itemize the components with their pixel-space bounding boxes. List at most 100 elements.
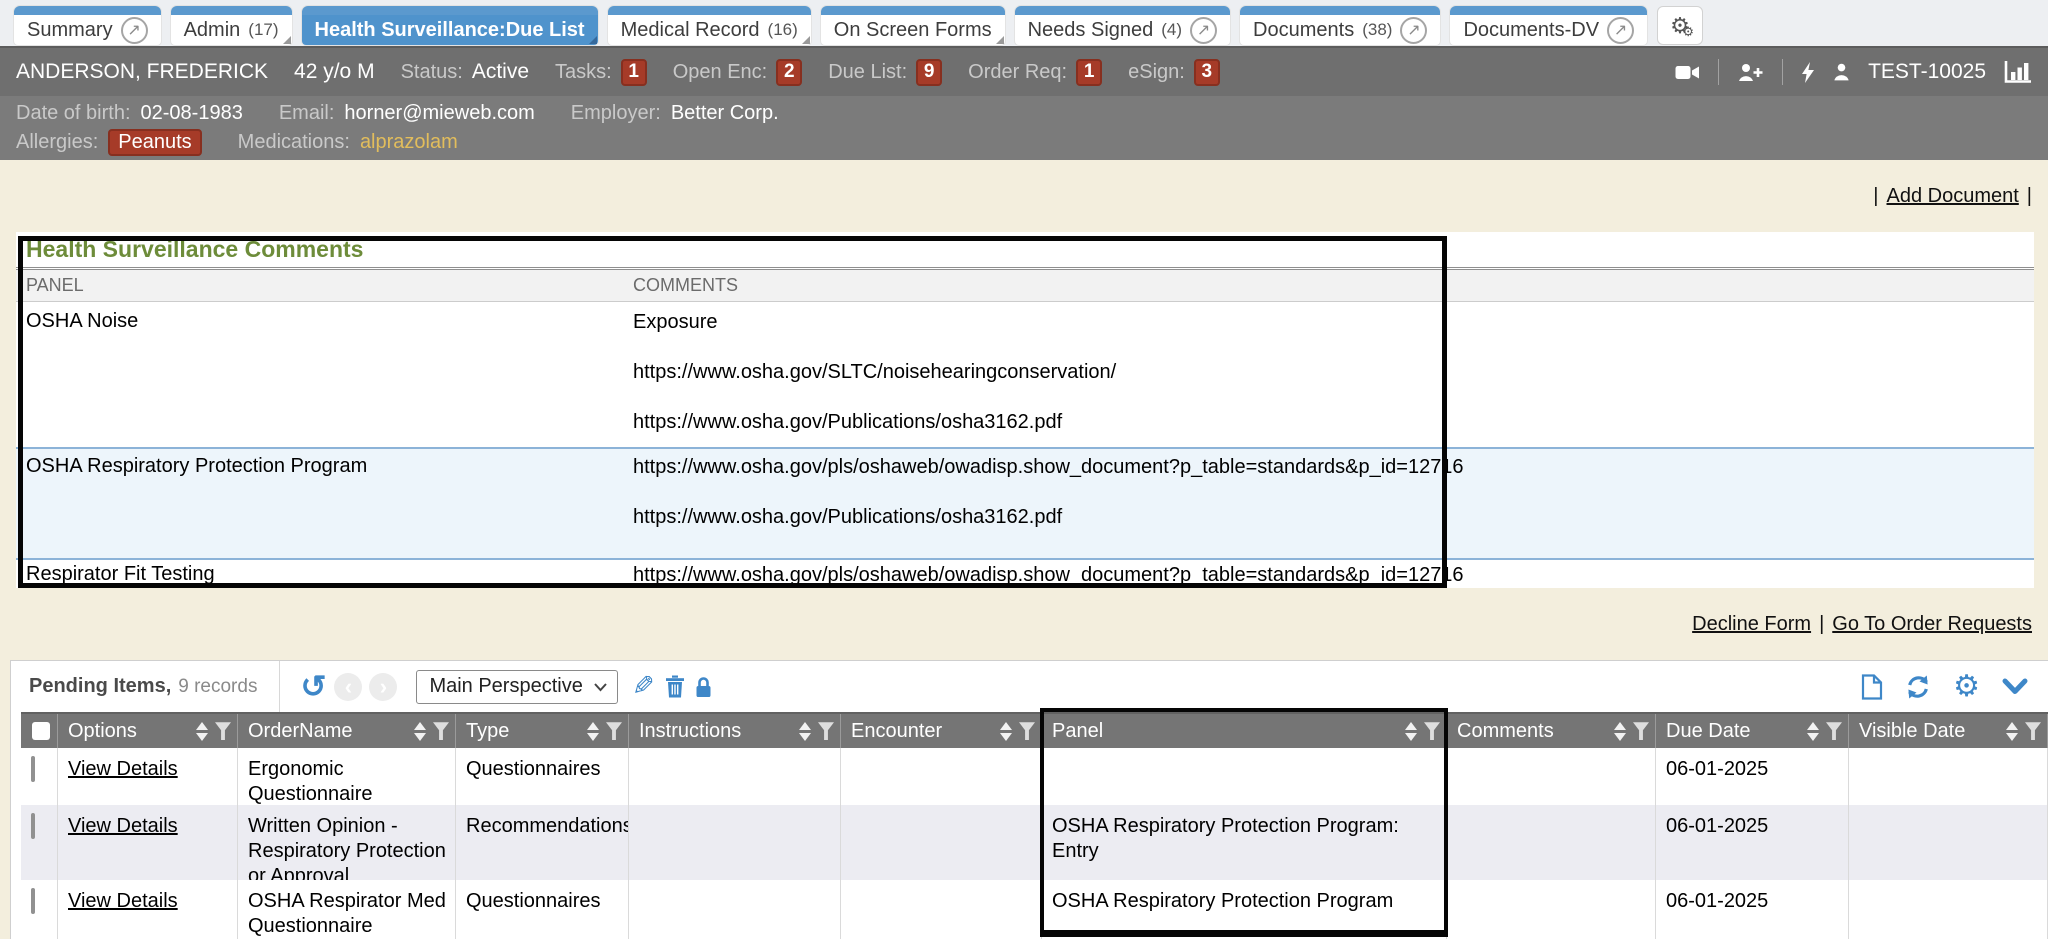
- tab-needs-signed[interactable]: Needs Signed (4) ↗: [1015, 6, 1230, 45]
- gears-icon: ⚙: [1682, 24, 1694, 40]
- sort-icon[interactable]: [799, 722, 811, 741]
- filter-icon[interactable]: [1633, 722, 1649, 740]
- tab-documents-dv[interactable]: Documents-DV ↗: [1450, 6, 1647, 45]
- column-header-encounter[interactable]: Encounter: [841, 714, 1042, 748]
- sort-icon[interactable]: [1405, 722, 1417, 741]
- allergy-badge[interactable]: Peanuts: [108, 129, 201, 156]
- column-header-panel[interactable]: Panel: [1042, 714, 1447, 748]
- dob-value: 02-08-1983: [141, 102, 243, 125]
- column-header-visible-date[interactable]: Visible Date: [1849, 714, 2048, 748]
- filter-icon[interactable]: [215, 722, 231, 740]
- ordername-cell: OSHA Respirator Med Questionnaire: [238, 880, 456, 939]
- ordername-cell: Ergonomic Questionnaire: [238, 748, 456, 805]
- sort-icon[interactable]: [587, 722, 599, 741]
- previous-perspective-icon[interactable]: ‹: [334, 673, 362, 701]
- view-details-link[interactable]: View Details: [68, 815, 178, 837]
- new-document-icon[interactable]: [1861, 674, 1883, 700]
- delete-perspective-icon[interactable]: [665, 675, 685, 698]
- column-header-ordername[interactable]: OrderName: [238, 714, 456, 748]
- table-settings-icon[interactable]: ⚙: [1953, 669, 1980, 704]
- sort-icon[interactable]: [1000, 722, 1012, 741]
- type-cell: Recommendations: [456, 805, 629, 880]
- filter-icon[interactable]: [606, 722, 622, 740]
- column-header-options[interactable]: Options: [58, 714, 238, 748]
- tab-documents[interactable]: Documents (38) ↗: [1240, 6, 1440, 45]
- add-document-link[interactable]: Add Document: [1887, 185, 2019, 208]
- filter-icon[interactable]: [1826, 722, 1842, 740]
- divider: [1782, 59, 1783, 85]
- instructions-cell: [629, 805, 841, 880]
- tasks-badge[interactable]: 1: [621, 59, 647, 86]
- row-checkbox[interactable]: [31, 756, 35, 782]
- encounter-cell: [841, 748, 1042, 805]
- perspective-select[interactable]: Main Perspective: [416, 670, 618, 704]
- tab-summary[interactable]: Summary ↗: [14, 6, 161, 45]
- webchart-page: Summary ↗ Admin (17) Health Surveillance…: [0, 0, 2048, 939]
- pending-items-panel: Pending Items, 9 records ↺ ‹ › Main Pers…: [10, 660, 2048, 939]
- video-camera-icon[interactable]: [1675, 64, 1700, 81]
- employer-value: Better Corp.: [671, 102, 779, 125]
- chart-tab-bar: Summary ↗ Admin (17) Health Surveillance…: [0, 0, 2048, 46]
- patient-age-sex: 42 y/o M: [294, 60, 375, 84]
- filter-icon[interactable]: [433, 722, 449, 740]
- form-actions-bar: Decline Form | Go To Order Requests: [0, 588, 2048, 660]
- add-person-icon[interactable]: [1737, 63, 1764, 82]
- due-date-cell: 06-01-2025: [1656, 805, 1849, 880]
- pending-table-header: Options OrderName Type Instructions Enco…: [21, 712, 2048, 748]
- filter-icon[interactable]: [1019, 722, 1035, 740]
- tab-settings-button[interactable]: ⚙ ⚙: [1657, 6, 1703, 45]
- column-header-due-date[interactable]: Due Date: [1656, 714, 1849, 748]
- view-details-link[interactable]: View Details: [68, 890, 178, 912]
- column-header-type[interactable]: Type: [456, 714, 629, 748]
- sort-icon[interactable]: [196, 722, 208, 741]
- filter-icon[interactable]: [1424, 722, 1440, 740]
- comments-cell: [1447, 880, 1656, 939]
- order-req-badge[interactable]: 1: [1076, 59, 1102, 86]
- divider: [1718, 59, 1719, 85]
- external-link-icon[interactable]: ↗: [121, 17, 148, 44]
- due-list-badge[interactable]: 9: [916, 59, 942, 86]
- column-header-instructions[interactable]: Instructions: [629, 714, 841, 748]
- decline-form-link[interactable]: Decline Form: [1692, 613, 1811, 636]
- undo-icon[interactable]: ↺: [300, 669, 326, 705]
- bar-chart-icon[interactable]: [2004, 61, 2032, 83]
- lightning-bolt-icon[interactable]: [1801, 62, 1815, 83]
- ordername-cell: Written Opinion - Respiratory Protection…: [238, 805, 456, 880]
- go-to-order-requests-link[interactable]: Go To Order Requests: [1832, 613, 2032, 636]
- edit-perspective-icon[interactable]: ✎: [632, 671, 655, 702]
- select-all-checkbox[interactable]: [32, 722, 50, 740]
- esign-badge[interactable]: 3: [1194, 59, 1220, 86]
- open-enc-badge[interactable]: 2: [776, 59, 802, 86]
- sort-icon[interactable]: [414, 722, 426, 741]
- type-cell: Questionnaires: [456, 880, 629, 939]
- tab-label: Medical Record: [621, 19, 760, 42]
- filter-icon[interactable]: [818, 722, 834, 740]
- external-link-icon[interactable]: ↗: [1190, 17, 1217, 44]
- collapse-chevron-icon[interactable]: [2002, 678, 2028, 695]
- next-perspective-icon[interactable]: ›: [369, 673, 397, 701]
- external-link-icon[interactable]: ↗: [1400, 17, 1427, 44]
- row-checkbox[interactable]: [31, 888, 35, 914]
- comments-row-osha-respiratory[interactable]: OSHA Respiratory Protection Program http…: [16, 447, 2034, 560]
- person-icon[interactable]: [1833, 63, 1850, 81]
- tab-admin[interactable]: Admin (17): [171, 6, 292, 45]
- view-details-link[interactable]: View Details: [68, 758, 178, 780]
- table-row: View Details Written Opinion - Respirato…: [21, 805, 2048, 880]
- pipe: |: [1873, 185, 1878, 208]
- external-link-icon[interactable]: ↗: [1607, 17, 1634, 44]
- column-header-comments[interactable]: Comments: [1447, 714, 1656, 748]
- health-surveillance-comments-panel: Health Surveillance Comments PANEL COMME…: [16, 232, 2034, 588]
- sort-icon[interactable]: [2006, 722, 2018, 741]
- sort-icon[interactable]: [1614, 722, 1626, 741]
- comments-row-osha-noise[interactable]: OSHA Noise Exposure https://www.osha.gov…: [16, 302, 2034, 447]
- sort-icon[interactable]: [1807, 722, 1819, 741]
- esign-label: eSign:: [1128, 61, 1185, 84]
- tab-on-screen-forms[interactable]: On Screen Forms: [821, 6, 1005, 45]
- tab-health-surveillance-due-list[interactable]: Health Surveillance:Due List: [302, 6, 598, 45]
- row-checkbox[interactable]: [31, 813, 35, 839]
- filter-icon[interactable]: [2025, 722, 2041, 740]
- refresh-icon[interactable]: [1905, 675, 1931, 699]
- comments-row-respirator-fit[interactable]: Respirator Fit Testing https://www.osha.…: [16, 560, 2034, 590]
- tab-medical-record[interactable]: Medical Record (16): [608, 6, 811, 45]
- lock-perspective-icon[interactable]: [695, 676, 712, 698]
